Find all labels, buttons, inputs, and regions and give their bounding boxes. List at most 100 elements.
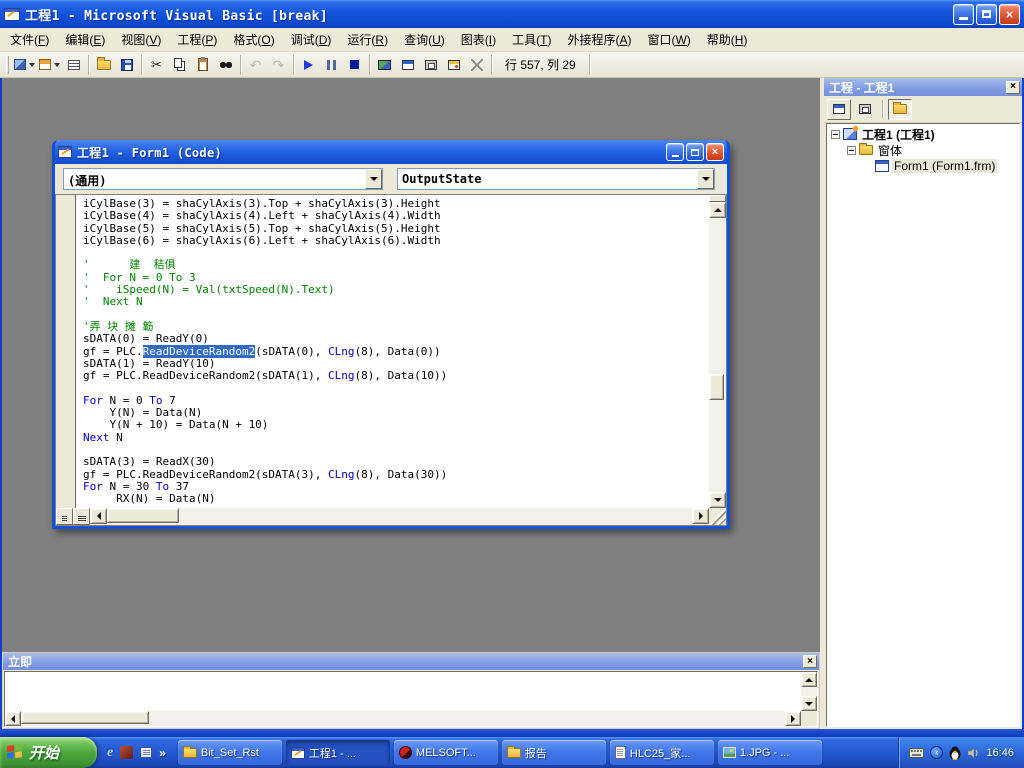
start-button[interactable]: 开始 [0,737,97,768]
keyboard-icon[interactable] [909,748,924,758]
menu-item-e[interactable]: 编辑(E) [57,28,113,51]
cut-icon: ✂ [151,58,162,71]
procedure-dropdown[interactable]: OutputState [397,168,715,190]
resize-grip[interactable] [709,508,726,525]
taskbar-task-image[interactable]: 1.JPG - ... [718,740,822,765]
taskbar-task-vb[interactable]: 工程1 - ... [286,740,390,765]
tree-item[interactable]: 工程1 (工程1) [829,126,1019,142]
clock[interactable]: 16:46 [986,747,1014,759]
maximize-button[interactable] [976,4,997,25]
menu-item-w[interactable]: 窗口(W) [639,28,698,51]
code-text[interactable]: iCylBase(3) = shaCylAxis(3).Top + shaCyl… [77,195,709,508]
project-explorer-button[interactable] [373,54,396,76]
open-button[interactable] [92,54,115,76]
scroll-thumb[interactable] [21,711,149,724]
menu-item-t[interactable]: 工具(T) [504,28,559,51]
scroll-track[interactable] [801,687,817,696]
ie-icon[interactable]: e [107,745,113,761]
scroll-track[interactable] [709,218,726,492]
form-layout-button[interactable] [419,54,442,76]
code-restore-button[interactable] [686,143,704,161]
properties-window-button[interactable] [396,54,419,76]
menu-item-r[interactable]: 运行(R) [339,28,396,51]
menu-item-h[interactable]: 帮助(H) [699,28,756,51]
redo-button[interactable]: ↷ [267,54,290,76]
menu-item-i[interactable]: 图表(I) [453,28,504,51]
taskbar-task-doc[interactable]: HLC25_家... [610,740,714,765]
download-tray-icon[interactable]: ‹ [930,746,943,759]
tree-item[interactable]: Form1 (Form1.frm) [829,158,1019,174]
tree-expander-minus[interactable] [831,130,840,139]
qq-penguin-icon[interactable] [949,746,961,760]
run-button[interactable] [297,54,320,76]
taskbar-task-folder[interactable]: 报告 [502,740,606,765]
taskbar-task-melsoft[interactable]: MELSOFT... [394,740,498,765]
immediate-close-button[interactable]: × [803,655,817,668]
cut-button[interactable]: ✂ [145,54,168,76]
full-module-view-button[interactable] [73,508,90,525]
close-button[interactable]: × [999,4,1020,25]
menu-item-a[interactable]: 外接程序(A) [559,28,639,51]
menu-item-o[interactable]: 格式(O) [225,28,282,51]
undo-button[interactable]: ↶ [244,54,267,76]
save-button[interactable] [115,54,138,76]
split-handle[interactable] [709,195,726,202]
view-code-button[interactable] [827,99,851,120]
dropdown-arrow-button[interactable] [697,169,714,189]
procedure-view-button[interactable] [56,508,73,525]
overflow-chevron[interactable]: » [159,746,166,760]
project-panel-close-button[interactable]: × [1006,81,1020,94]
menu-item-f[interactable]: 文件(F) [2,28,57,51]
object-dropdown[interactable]: (通用) [63,168,383,190]
tree-item[interactable]: 窗体 [829,142,1019,158]
menu-editor-button[interactable] [62,54,85,76]
scroll-left-button[interactable] [5,711,21,726]
immediate-vertical-scrollbar[interactable] [801,672,817,711]
minimize-button[interactable] [953,4,974,25]
object-browser-button[interactable] [442,54,465,76]
breakpoint-margin[interactable] [56,195,76,508]
explorer-doc-icon[interactable] [140,747,152,758]
copy-button[interactable] [168,54,191,76]
toolbar-grip[interactable] [6,56,9,74]
add-project-button[interactable] [12,54,37,76]
scroll-down-button[interactable] [801,696,817,711]
stop-button[interactable] [343,54,366,76]
immediate-window: 立即 × [2,652,820,729]
code-close-button[interactable]: × [706,143,724,161]
quicklaunch-app-icon[interactable] [120,746,133,759]
code-editor-area[interactable]: iCylBase(3) = shaCylAxis(3).Top + shaCyl… [55,194,727,526]
find-button[interactable] [214,54,237,76]
scroll-right-button[interactable] [785,711,801,726]
immediate-horizontal-scrollbar[interactable] [5,711,801,726]
scroll-thumb[interactable] [709,374,724,400]
menu-item-u[interactable]: 查询(U) [396,28,453,51]
scroll-up-button[interactable] [709,202,726,218]
code-vertical-scrollbar[interactable] [709,195,726,508]
menu-item-v[interactable]: 视图(V) [113,28,169,51]
menu-item-p[interactable]: 工程(P) [169,28,225,51]
dropdown-arrow-button[interactable] [365,169,382,189]
scroll-left-button[interactable] [90,508,107,524]
add-form-button[interactable] [37,54,62,76]
separator [491,55,492,75]
paste-button[interactable] [191,54,214,76]
tree-expander-minus[interactable] [847,146,856,155]
toggle-folders-button[interactable] [888,99,912,120]
immediate-content[interactable] [4,671,818,727]
scroll-right-button[interactable] [692,508,709,524]
scroll-track[interactable] [149,711,785,726]
scroll-down-button[interactable] [709,492,726,508]
volume-icon[interactable] [967,747,980,759]
code-line: Y(N + 10) = Data(N + 10) [83,419,709,431]
taskbar-task-folder[interactable]: Bit_Set_Rst [178,740,282,765]
code-minimize-button[interactable] [666,143,684,161]
toolbox-button[interactable] [465,54,488,76]
scroll-thumb[interactable] [107,508,179,523]
menu-item-d[interactable]: 调试(D) [283,28,340,51]
scroll-up-button[interactable] [801,672,817,687]
scroll-track[interactable] [179,508,692,525]
view-object-button[interactable] [853,99,877,120]
pause-button[interactable] [320,54,343,76]
task-label: MELSOFT... [416,747,476,759]
